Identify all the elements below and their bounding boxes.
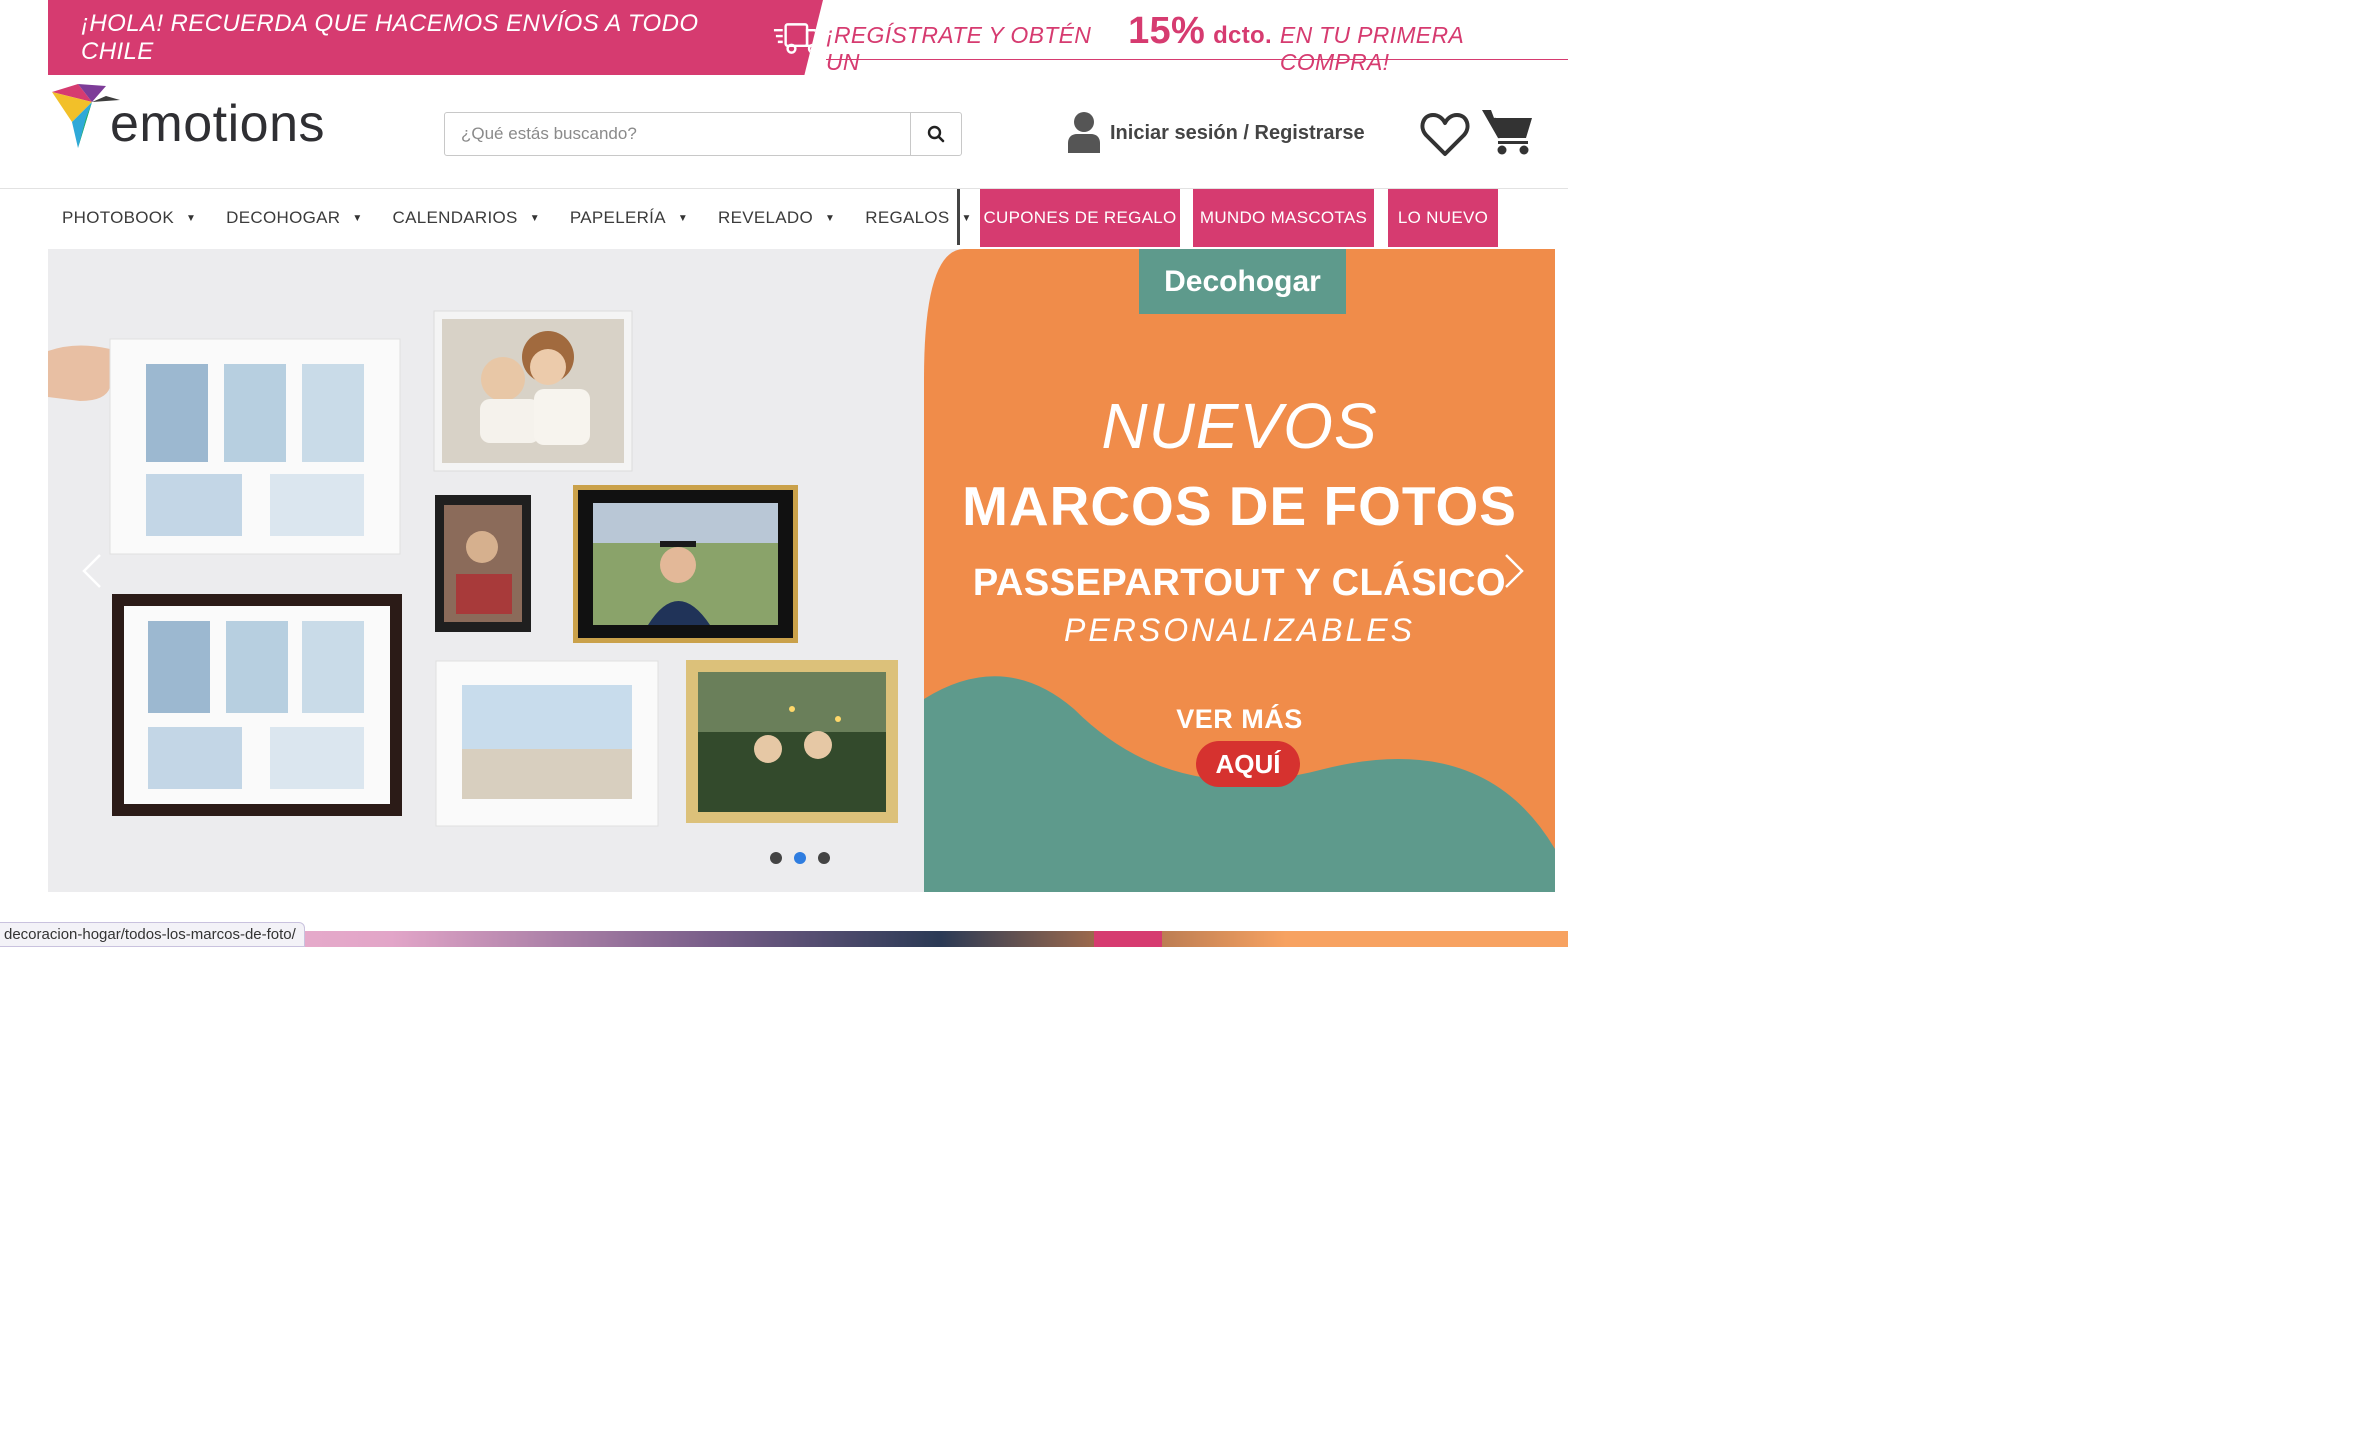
nav-item-papeleria[interactable]: PAPELERÍA ▼	[570, 189, 688, 247]
search-input[interactable]	[445, 113, 910, 155]
hero-cta-aqui-button[interactable]: AQUÍ	[1196, 741, 1300, 787]
nav-item-label: REVELADO	[718, 208, 814, 227]
search-icon	[927, 125, 945, 143]
hero-line-passepartout: PASSEPARTOUT Y CLÁSICO	[972, 562, 1507, 604]
carousel-prev-arrow-icon[interactable]	[76, 549, 106, 593]
caret-down-icon: ▼	[529, 212, 540, 224]
brand-logo[interactable]: emotions	[48, 82, 348, 157]
nav-lo-nuevo[interactable]: LO NUEVO	[1388, 189, 1498, 247]
hero-carousel[interactable]: Decohogar NUEVOS MARCOS DE FOTOS PASSEPA…	[48, 249, 1555, 892]
status-bar-url: decoracion-hogar/todos-los-marcos-de-fot…	[0, 922, 305, 947]
caret-down-icon: ▼	[961, 212, 972, 224]
promo-register-prefix: ¡REGÍSTRATE Y OBTÉN UN	[826, 22, 1092, 75]
nav-pill-label: MUNDO MASCOTAS	[1199, 208, 1368, 227]
frames-collage-image	[48, 310, 898, 827]
nav-item-label: DECOHOGAR	[226, 208, 341, 227]
search-button[interactable]	[910, 113, 961, 155]
nav-item-decohogar[interactable]: DECOHOGAR ▼	[226, 189, 362, 247]
main-nav: PHOTOBOOK ▼ DECOHOGAR ▼ CALENDARIOS ▼ PA…	[48, 189, 972, 247]
carousel-dots	[770, 852, 830, 864]
promo-register-link[interactable]: ¡REGÍSTRATE Y OBTÉN UN 15% dcto. EN TU P…	[826, 10, 1568, 75]
brand-logo-text: emotions	[110, 95, 325, 153]
hero-line-nuevos: NUEVOS	[1101, 390, 1378, 462]
nav-divider	[957, 189, 960, 245]
carousel-dot-3[interactable]	[818, 852, 830, 864]
hero-ver-mas: VER MÁS	[1176, 704, 1303, 734]
hero-line-marcos: MARCOS DE FOTOS	[962, 475, 1517, 537]
cart-icon[interactable]	[1480, 106, 1536, 156]
truck-icon	[774, 22, 823, 54]
nav-cupones-de-regalo[interactable]: CUPONES DE REGALO	[980, 189, 1180, 247]
nav-item-regalos[interactable]: REGALOS ▼	[865, 189, 972, 247]
carousel-next-arrow-icon[interactable]	[1500, 549, 1530, 593]
promo-dcto: dcto.	[1213, 22, 1272, 49]
carousel-dot-2[interactable]	[794, 852, 806, 864]
account-label: Iniciar sesión / Registrarse	[1110, 121, 1365, 144]
search-bar	[444, 112, 962, 156]
account-link[interactable]: Iniciar sesión / Registrarse	[1066, 110, 1365, 156]
caret-down-icon: ▼	[825, 212, 836, 224]
nav-mundo-mascotas[interactable]: MUNDO MASCOTAS	[1193, 189, 1374, 247]
promo-percent: 15%	[1128, 10, 1206, 52]
promo-register-suffix: EN TU PRIMERA COMPRA!	[1279, 22, 1464, 75]
decohogar-tag: Decohogar	[1139, 249, 1346, 314]
promo-shipping-text: ¡HOLA! RECUERDA QUE HACEMOS ENVÍOS A TOD…	[81, 9, 699, 65]
nav-item-revelado[interactable]: REVELADO ▼	[718, 189, 835, 247]
nav-item-label: PHOTOBOOK	[62, 208, 174, 227]
nav-item-label: REGALOS	[865, 208, 950, 227]
caret-down-icon: ▼	[677, 212, 689, 224]
next-section-accent	[1094, 931, 1162, 947]
nav-pill-label: LO NUEVO	[1397, 208, 1489, 227]
promo-banner-shipping: ¡HOLA! RECUERDA QUE HACEMOS ENVÍOS A TOD…	[48, 0, 823, 75]
carousel-dot-1[interactable]	[770, 852, 782, 864]
nav-item-calendarios[interactable]: CALENDARIOS ▼	[393, 189, 540, 247]
nav-pill-label: CUPONES DE REGALO	[983, 208, 1177, 227]
user-icon	[1068, 112, 1100, 153]
nav-item-label: CALENDARIOS	[392, 208, 518, 227]
nav-item-label: PAPELERÍA	[569, 208, 666, 227]
hero-line-personalizables: PERSONALIZABLES	[1064, 612, 1415, 648]
caret-down-icon: ▼	[352, 212, 363, 224]
nav-item-photobook[interactable]: PHOTOBOOK ▼	[62, 189, 196, 247]
heart-icon[interactable]	[1420, 110, 1470, 158]
caret-down-icon: ▼	[185, 212, 197, 224]
